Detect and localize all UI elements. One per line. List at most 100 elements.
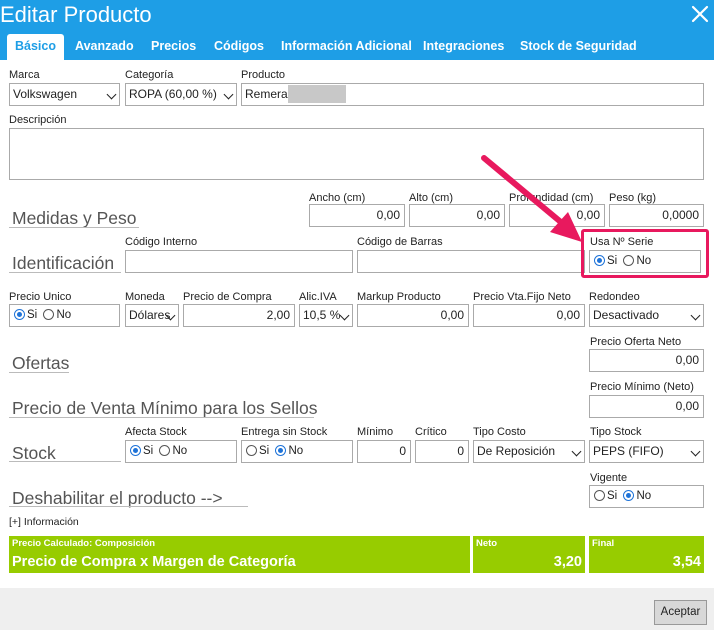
radio-no[interactable] <box>159 445 171 456</box>
radio-si[interactable] <box>246 445 257 456</box>
radio-si-label: Si <box>607 255 618 267</box>
markup-input[interactable]: 0,00 <box>357 304 469 327</box>
precio-vta-fijo-label: Precio Vta.Fijo Neto <box>473 291 571 303</box>
radio-si-selected[interactable] <box>594 255 605 266</box>
marca-label: Marca <box>9 69 40 81</box>
entrega-sin-stock-radio-group[interactable]: Si No <box>241 440 353 463</box>
minimo-label: Mínimo <box>357 426 394 438</box>
radio-si-label: Si <box>143 445 154 457</box>
precio-vta-fijo-input[interactable]: 0,00 <box>473 304 585 327</box>
afecta-stock-radio-group[interactable]: Si No <box>125 440 237 463</box>
dialog-title: Editar Producto <box>0 2 152 27</box>
annotation-arrow-icon <box>481 155 582 242</box>
critico-label: Crítico <box>415 426 447 438</box>
critico-input[interactable]: 0 <box>415 440 469 463</box>
tipo-costo-select[interactable]: De Reposición <box>473 440 585 463</box>
vigente-label: Vigente <box>590 472 628 484</box>
radio-no-selected[interactable] <box>275 445 287 456</box>
radio-si-label: Si <box>27 309 38 321</box>
precio-oferta-label: Precio Oferta Neto <box>590 336 682 348</box>
radio-no-selected[interactable] <box>623 490 635 501</box>
marca-select[interactable]: Volkswagen <box>9 83 120 106</box>
precio-compra-label: Precio de Compra <box>183 291 272 303</box>
alic-iva-select[interactable]: 10,5 % <box>299 304 353 327</box>
section-medidas: Medidas y Peso <box>12 208 137 228</box>
categoria-select[interactable]: ROPA (60,00 %) <box>125 83 237 106</box>
final-label: Final <box>592 538 615 549</box>
chevron-down-icon <box>223 89 234 100</box>
aceptar-button[interactable]: Aceptar <box>654 600 707 625</box>
radio-si-selected[interactable] <box>14 309 25 320</box>
precio-unico-radio-group[interactable]: Si No <box>9 304 120 327</box>
tipo-costo-label: Tipo Costo <box>473 426 526 438</box>
divider <box>9 417 314 418</box>
afecta-stock-label: Afecta Stock <box>125 426 187 438</box>
neto-label: Neto <box>476 538 498 549</box>
divider <box>9 272 121 273</box>
entrega-sin-stock-label: Entrega sin Stock <box>241 426 328 438</box>
radio-no[interactable] <box>623 255 635 266</box>
dialog-footer <box>0 588 714 630</box>
radio-si-selected[interactable] <box>130 445 141 456</box>
informacion-toggle-link[interactable]: [+] Información <box>9 516 79 529</box>
section-ofertas: Ofertas <box>12 353 70 373</box>
radio-si-label: Si <box>607 490 618 502</box>
radio-no-label: No <box>636 490 652 502</box>
tab-basico[interactable]: Básico <box>7 34 64 60</box>
markup-label: Markup Producto <box>357 291 441 303</box>
producto-label: Producto <box>241 69 286 81</box>
categoria-label: Categoría <box>125 69 174 81</box>
ancho-input[interactable]: 0,00 <box>309 204 405 227</box>
radio-si[interactable] <box>594 490 605 501</box>
precio-calculado-formula: Precio de Compra x Margen de Categoría <box>12 554 296 570</box>
radio-no-label: No <box>288 445 304 457</box>
divider <box>9 227 139 228</box>
moneda-select[interactable]: Dólares <box>125 304 179 327</box>
radio-si-label: Si <box>259 445 270 457</box>
marca-value: Volkswagen <box>13 87 78 101</box>
usa-serie-radio-group[interactable]: Si No <box>589 250 701 273</box>
chevron-down-icon <box>690 446 701 457</box>
section-precio-minimo: Precio de Venta Mínimo para los Sellos <box>12 398 318 418</box>
tab-codigos[interactable]: Códigos <box>206 34 272 60</box>
precio-oferta-input[interactable]: 0,00 <box>589 349 704 372</box>
vigente-radio-group[interactable]: Si No <box>589 485 704 508</box>
redondeo-value: Desactivado <box>593 308 660 322</box>
tab-precios[interactable]: Precios <box>143 34 204 60</box>
close-icon[interactable] <box>688 2 712 26</box>
alic-iva-value: 10,5 % <box>303 308 341 322</box>
producto-value: Remera <box>245 87 288 101</box>
producto-input[interactable]: Remera <box>241 83 704 106</box>
divider <box>9 461 121 462</box>
codigo-barras-label: Código de Barras <box>357 236 443 248</box>
descripcion-label: Descripción <box>9 114 67 126</box>
tipo-stock-select[interactable]: PEPS (FIFO) <box>589 440 704 463</box>
codigo-barras-input[interactable] <box>357 250 585 273</box>
tipo-stock-value: PEPS (FIFO) <box>593 444 664 458</box>
minimo-input[interactable]: 0 <box>357 440 411 463</box>
redondeo-select[interactable]: Desactivado <box>589 304 704 327</box>
categoria-value: ROPA (60,00 %) <box>129 87 217 101</box>
precio-minimo-label: Precio Mínimo (Neto) <box>590 381 694 393</box>
moneda-label: Moneda <box>125 291 165 303</box>
divider <box>9 506 248 507</box>
chevron-down-icon <box>690 310 701 321</box>
redacted-block <box>287 85 346 103</box>
peso-input[interactable]: 0,0000 <box>609 204 704 227</box>
radio-no[interactable] <box>43 309 55 320</box>
precio-compra-input[interactable]: 2,00 <box>183 304 295 327</box>
tab-avanzado[interactable]: Avanzado <box>67 34 142 60</box>
section-identificacion: Identificación <box>12 253 115 273</box>
codigo-interno-input[interactable] <box>125 250 353 273</box>
precio-unico-label: Precio Unico <box>9 291 72 303</box>
codigo-interno-label: Código Interno <box>125 236 198 248</box>
tab-stock-seguridad[interactable]: Stock de Seguridad <box>512 34 645 60</box>
chevron-down-icon <box>571 446 582 457</box>
chevron-down-icon <box>339 310 350 321</box>
precio-minimo-input[interactable]: 0,00 <box>589 395 704 418</box>
tab-integraciones[interactable]: Integraciones <box>415 34 512 60</box>
tipo-costo-value: De Reposición <box>477 444 556 458</box>
neto-value: 3,20 <box>553 554 582 570</box>
precio-calculado-title: Precio Calculado: Composición <box>12 538 156 549</box>
tab-informacion-adicional[interactable]: Información Adicional <box>273 34 420 60</box>
